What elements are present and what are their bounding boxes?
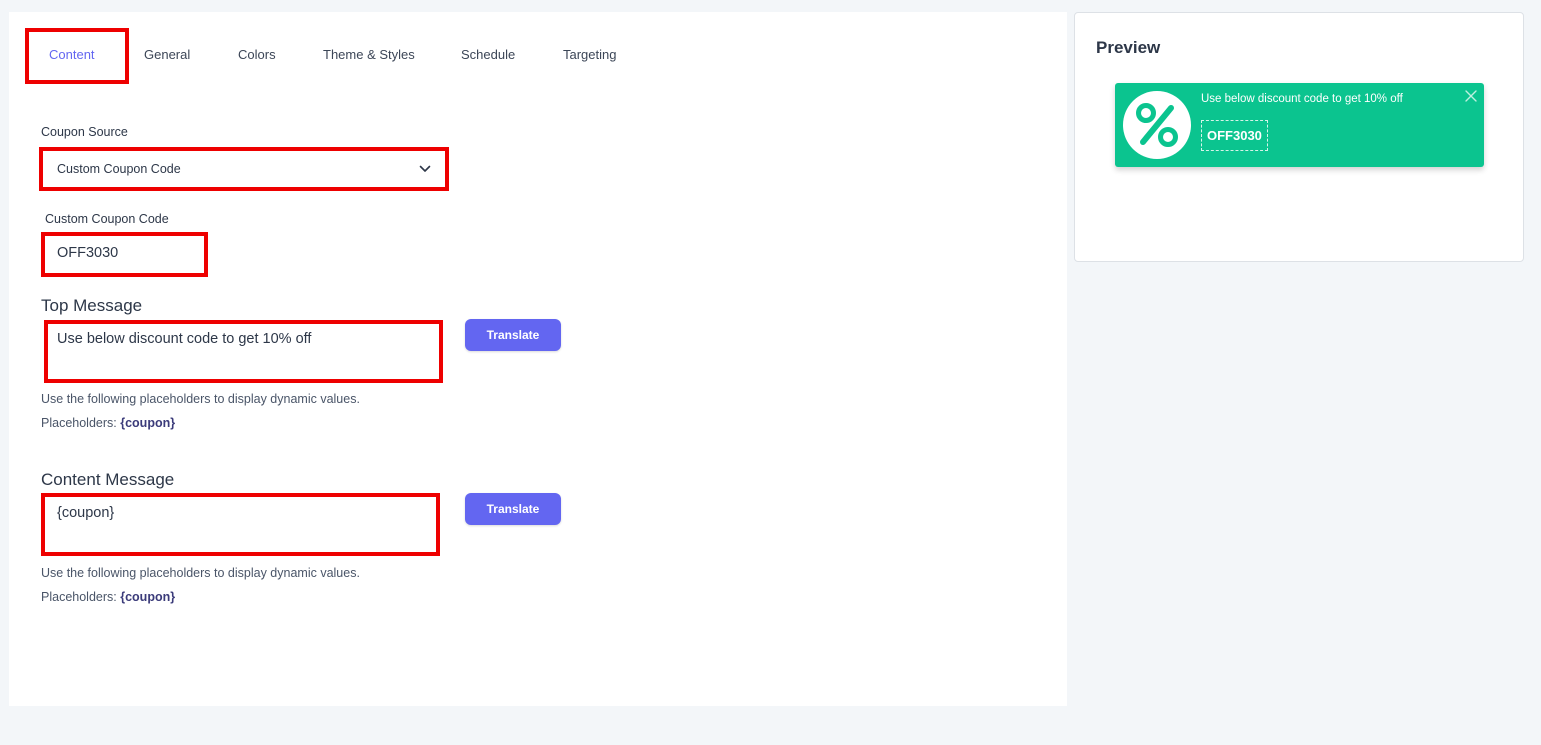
settings-panel: Content General Colors Theme & Styles Sc… bbox=[9, 12, 1067, 706]
tab-theme-styles[interactable]: Theme & Styles bbox=[323, 47, 415, 62]
top-message-title: Top Message bbox=[41, 296, 143, 315]
coupon-preview-card: Use below discount code to get 10% off O… bbox=[1115, 83, 1484, 167]
tab-general[interactable]: General bbox=[144, 47, 190, 62]
coupon-source-label: Coupon Source bbox=[41, 125, 128, 139]
custom-coupon-label: Custom Coupon Code bbox=[45, 212, 169, 226]
top-message-translate-button[interactable]: Translate bbox=[465, 319, 561, 351]
content-message-textarea[interactable]: {coupon} bbox=[57, 505, 114, 521]
custom-coupon-input[interactable]: OFF3030 bbox=[57, 245, 118, 261]
tab-colors[interactable]: Colors bbox=[238, 47, 276, 62]
tab-content[interactable]: Content bbox=[49, 47, 95, 62]
coupon-preview-message: Use below discount code to get 10% off bbox=[1201, 93, 1403, 105]
chevron-down-icon bbox=[419, 165, 431, 172]
placeholder-coupon: {coupon} bbox=[120, 416, 176, 430]
preview-title: Preview bbox=[1096, 38, 1161, 57]
percent-icon bbox=[1123, 91, 1191, 159]
placeholders-label: Placeholders: bbox=[41, 590, 117, 604]
highlight-box-content-message bbox=[41, 493, 440, 556]
placeholders-label: Placeholders: bbox=[41, 416, 117, 430]
content-message-placeholders: Placeholders: {coupon} bbox=[41, 590, 175, 604]
coupon-preview-code[interactable]: OFF3030 bbox=[1201, 120, 1268, 151]
content-message-translate-button[interactable]: Translate bbox=[465, 493, 561, 525]
top-message-help: Use the following placeholders to displa… bbox=[41, 392, 360, 406]
top-message-placeholders: Placeholders: {coupon} bbox=[41, 416, 175, 430]
content-message-help: Use the following placeholders to displa… bbox=[41, 566, 360, 580]
coupon-source-select[interactable]: Custom Coupon Code bbox=[43, 151, 445, 187]
tab-targeting[interactable]: Targeting bbox=[563, 47, 616, 62]
top-message-textarea[interactable]: Use below discount code to get 10% off bbox=[57, 331, 311, 347]
content-message-title: Content Message bbox=[41, 470, 175, 489]
preview-panel: Preview Use below discount code to get 1… bbox=[1074, 12, 1524, 262]
highlight-box-top-message bbox=[44, 320, 443, 383]
tab-bar: Content General Colors Theme & Styles Sc… bbox=[9, 12, 1067, 94]
close-icon[interactable] bbox=[1465, 90, 1477, 102]
tab-schedule[interactable]: Schedule bbox=[461, 47, 515, 62]
coupon-source-selected: Custom Coupon Code bbox=[57, 162, 181, 176]
placeholder-coupon: {coupon} bbox=[120, 590, 176, 604]
